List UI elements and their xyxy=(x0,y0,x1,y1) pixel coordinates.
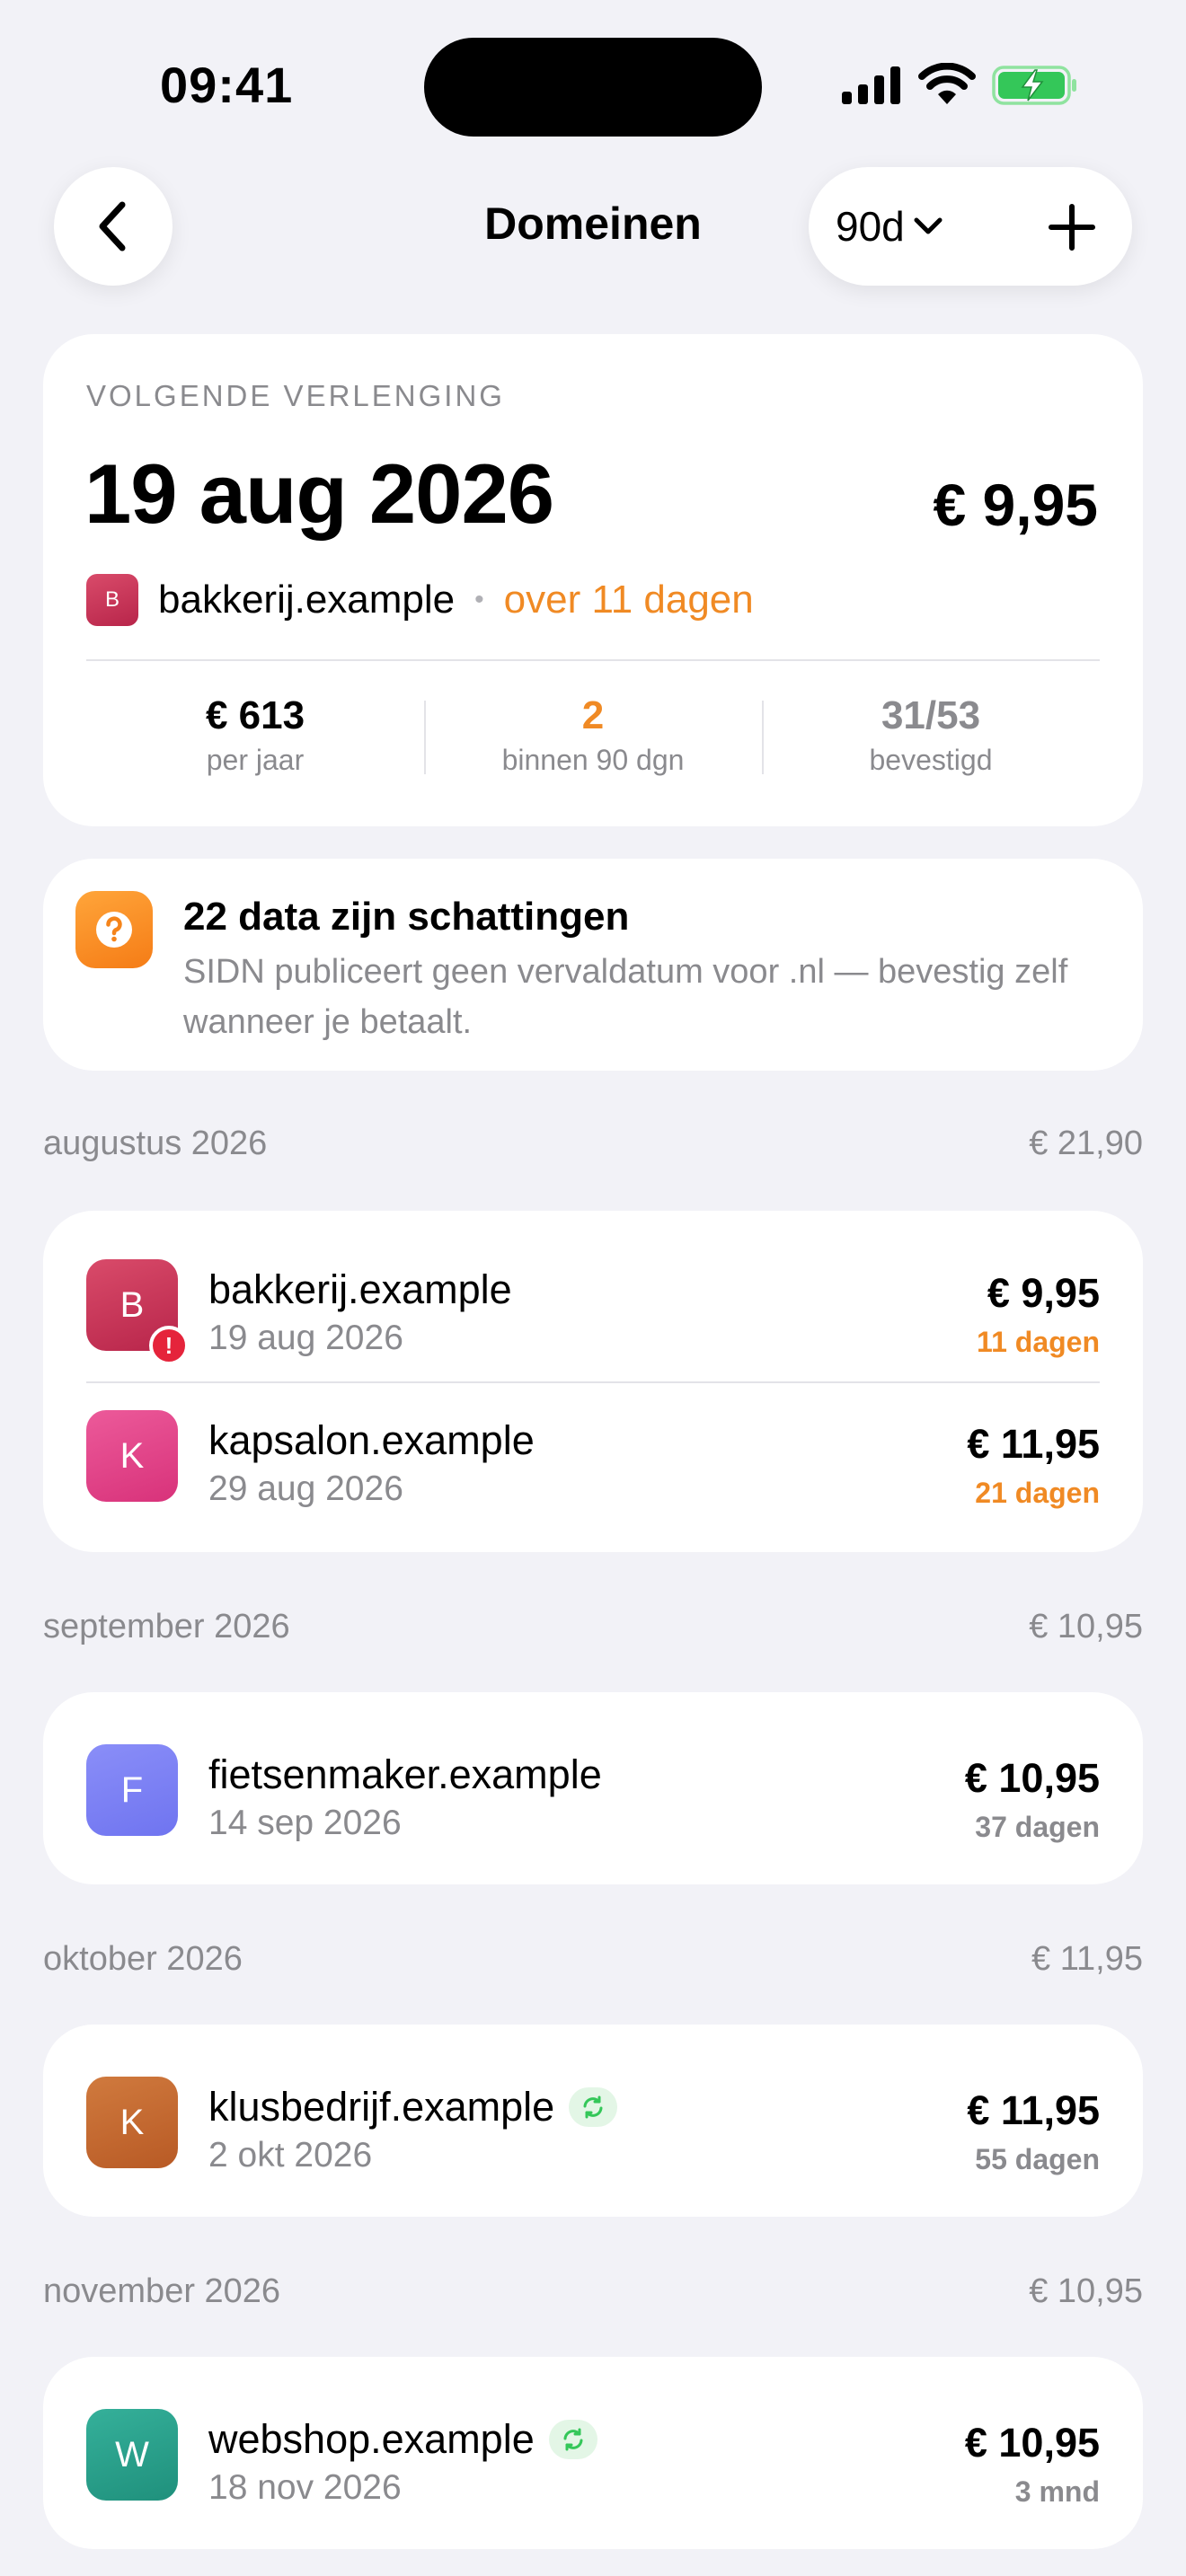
month-total: € 10,95 xyxy=(1029,1608,1143,1645)
stat-label: bevestigd xyxy=(869,744,993,776)
month-total: € 21,90 xyxy=(1029,1125,1143,1162)
domain-name: webshop.example xyxy=(208,2416,597,2463)
renewal-price: € 10,95 xyxy=(964,2420,1100,2466)
month-header: augustus 2026 € 21,90 xyxy=(43,1125,1143,1169)
back-button[interactable] xyxy=(54,167,173,286)
renewal-price: € 11,95 xyxy=(967,1421,1100,1467)
month-label: augustus 2026 xyxy=(43,1125,268,1162)
auto-renew-icon xyxy=(548,2420,597,2459)
question-circle-icon xyxy=(96,912,132,948)
month-group-card: K klusbedrijf.example 2 okt 2026 € 11,95… xyxy=(43,2025,1143,2217)
month-group-card: B ! bakkerij.example 19 aug 2026 € 9,95 … xyxy=(43,1211,1143,1552)
notice-title: 22 data zijn schattingen xyxy=(183,895,630,939)
stat-confirmed: 31/53 bevestigd xyxy=(762,693,1100,777)
next-renewal-domain: bakkerij.example xyxy=(158,578,456,622)
month-header: oktober 2026 € 11,95 xyxy=(43,1940,1143,1985)
battery-charging-icon xyxy=(992,66,1076,105)
range-select-label: 90d xyxy=(836,203,905,250)
page-title: Domeinen xyxy=(484,198,702,249)
domain-name-text: webshop.example xyxy=(208,2416,535,2462)
next-renewal-card[interactable]: VOLGENDE VERLENGING 19 aug 2026 € 9,95 B… xyxy=(43,334,1143,826)
next-renewal-date: 19 aug 2026 xyxy=(84,446,554,541)
domain-row[interactable]: W webshop.example 18 nov 2026 € 10,95 3 … xyxy=(43,2378,1143,2529)
domain-name: bakkerij.example xyxy=(208,1266,512,1313)
cellular-signal-icon xyxy=(842,66,900,104)
add-domain-button[interactable] xyxy=(1031,187,1112,268)
stat-within-90-days: 2 binnen 90 dgn xyxy=(424,693,762,777)
days-remaining: 21 dagen xyxy=(975,1477,1100,1509)
domain-name-text: bakkerij.example xyxy=(208,1266,512,1312)
domain-avatar: B xyxy=(86,574,138,626)
domain-row[interactable]: B ! bakkerij.example 19 aug 2026 € 9,95 … xyxy=(43,1229,1143,1380)
renewal-price: € 10,95 xyxy=(964,1755,1100,1801)
divider xyxy=(86,659,1100,661)
chevron-left-icon xyxy=(99,201,126,251)
next-renewal-price: € 9,95 xyxy=(933,472,1099,538)
renewal-date: 18 nov 2026 xyxy=(208,2468,402,2507)
renewal-date: 2 okt 2026 xyxy=(208,2136,373,2175)
plus-icon xyxy=(1049,204,1095,251)
month-header: september 2026 € 10,95 xyxy=(43,1608,1143,1653)
estimates-notice[interactable]: 22 data zijn schattingen SIDN publiceert… xyxy=(43,859,1143,1071)
domain-name-text: klusbedrijf.example xyxy=(208,2084,555,2130)
auto-renew-icon xyxy=(569,2087,618,2127)
month-label: oktober 2026 xyxy=(43,1940,243,1978)
domain-name: fietsenmaker.example xyxy=(208,1751,602,1798)
renewal-date: 14 sep 2026 xyxy=(208,1804,402,1842)
next-renewal-label: VOLGENDE VERLENGING xyxy=(86,379,505,412)
domain-row[interactable]: K kapsalon.example 29 aug 2026 € 11,95 2… xyxy=(43,1380,1143,1531)
month-header: november 2026 € 10,95 xyxy=(43,2272,1143,2317)
domain-name-text: kapsalon.example xyxy=(208,1417,535,1463)
stat-label: binnen 90 dgn xyxy=(501,744,685,776)
month-group-card: W webshop.example 18 nov 2026 € 10,95 3 … xyxy=(43,2357,1143,2549)
separator-dot: • xyxy=(474,585,484,614)
nav-actions-pill: 90d xyxy=(809,167,1132,286)
month-total: € 10,95 xyxy=(1029,2272,1143,2310)
stat-value: 31/53 xyxy=(881,693,981,737)
days-remaining: 3 mnd xyxy=(1014,2475,1100,2508)
domain-name: klusbedrijf.example xyxy=(208,2084,618,2130)
renewal-price: € 9,95 xyxy=(987,1270,1100,1316)
stat-value: € 613 xyxy=(205,693,305,737)
stat-value: 2 xyxy=(581,693,605,737)
stat-per-year: € 613 per jaar xyxy=(86,693,424,777)
days-remaining: 11 dagen xyxy=(977,1326,1100,1358)
wifi-icon xyxy=(918,63,976,104)
domain-avatar: F xyxy=(86,1744,178,1836)
stat-label: per jaar xyxy=(206,744,305,776)
renewal-date: 19 aug 2026 xyxy=(208,1319,403,1357)
next-renewal-due: over 11 dagen xyxy=(503,578,754,622)
domain-row[interactable]: F fietsenmaker.example 14 sep 2026 € 10,… xyxy=(43,1714,1143,1865)
domain-row[interactable]: K klusbedrijf.example 2 okt 2026 € 11,95… xyxy=(43,2046,1143,2197)
dynamic-island xyxy=(424,38,762,137)
range-select[interactable]: 90d xyxy=(836,167,943,286)
renewal-date: 29 aug 2026 xyxy=(208,1469,403,1508)
domain-avatar: K xyxy=(86,1410,178,1502)
status-bar: 09:41 xyxy=(0,0,1186,153)
domain-avatar: W xyxy=(86,2409,178,2501)
notice-text: SIDN publiceert geen vervaldatum voor .n… xyxy=(183,953,1068,1041)
question-badge-icon xyxy=(75,891,153,968)
days-remaining: 55 dagen xyxy=(975,2143,1100,2175)
domain-name: kapsalon.example xyxy=(208,1417,535,1464)
month-group-card: F fietsenmaker.example 14 sep 2026 € 10,… xyxy=(43,1692,1143,1884)
domain-avatar: K xyxy=(86,2077,178,2168)
chevron-down-icon xyxy=(914,217,943,234)
status-time: 09:41 xyxy=(160,57,294,113)
month-label: november 2026 xyxy=(43,2272,281,2310)
days-remaining: 37 dagen xyxy=(975,1811,1100,1843)
alert-icon: ! xyxy=(149,1326,189,1365)
month-label: september 2026 xyxy=(43,1608,290,1645)
domain-name-text: fietsenmaker.example xyxy=(208,1751,602,1797)
next-renewal-domain-row: B bakkerij.example • over 11 dagen xyxy=(86,571,754,629)
month-total: € 11,95 xyxy=(1031,1940,1143,1978)
renewal-price: € 11,95 xyxy=(967,2087,1100,2133)
